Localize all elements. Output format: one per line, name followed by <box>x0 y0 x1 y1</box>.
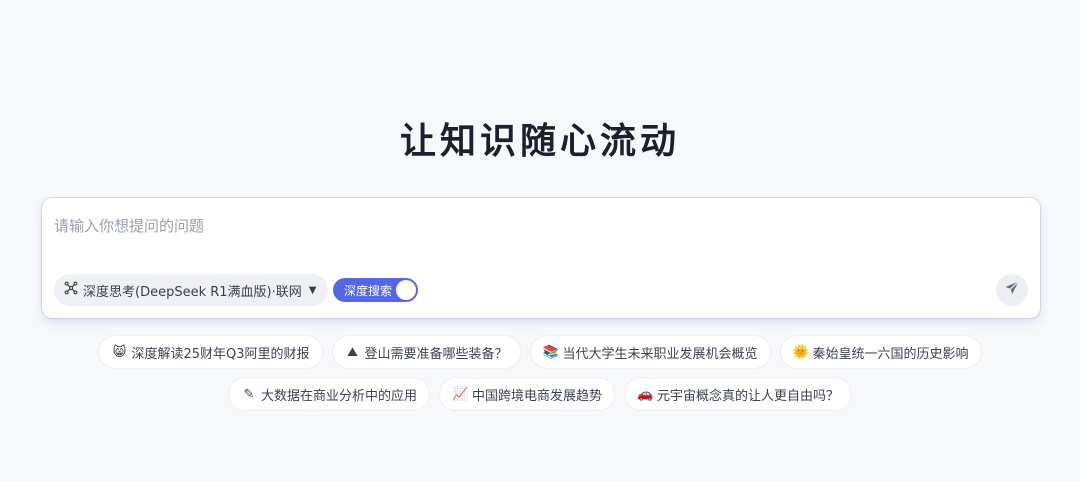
caret-down-icon: ▼ <box>308 284 317 296</box>
cat-face-icon: 😸 <box>112 344 127 360</box>
sun-icon: 🌞 <box>792 344 809 360</box>
chart-icon: 📈 <box>451 386 469 402</box>
vehicle-icon: 🚗 <box>637 386 654 402</box>
deep-search-label: 深度搜索 <box>344 283 393 298</box>
suggestion-chip[interactable]: ⛰ 登山需要准备哪些装备？ <box>331 335 521 369</box>
suggestion-chip[interactable]: 🚗 元宇宙概念真的让人更自由吗？ <box>624 377 853 411</box>
books-icon: 📚 <box>542 344 559 360</box>
suggestion-row-1: 😸 深度解读25财年Q3阿里的财报 ⛰ 登山需要准备哪些装备？ 📚 当代大学生未… <box>0 335 1080 369</box>
ask-box: 深度思考(DeepSeek R1满血版)·联网 ▼ 深度搜索 <box>42 198 1040 318</box>
suggestion-chip[interactable]: 📚 当代大学生未来职业发展机会概览 <box>529 335 771 369</box>
send-button[interactable] <box>996 274 1028 306</box>
suggestion-row-2: ✎ 大数据在商业分析中的应用 📈 中国跨境电商发展趋势 🚗 元宇宙概念真的让人更… <box>0 377 1080 411</box>
suggestion-text: 秦始皇统一六国的历史影响 <box>812 346 969 362</box>
send-icon <box>1004 280 1020 300</box>
suggestion-text: 大数据在商业分析中的应用 <box>260 388 417 404</box>
pen-icon: ✎ <box>243 386 255 402</box>
suggestion-chip[interactable]: 😸 深度解读25财年Q3阿里的财报 <box>98 335 323 369</box>
page-title: 让知识随心流动 <box>399 121 680 162</box>
suggestion-text: 当代大学生未来职业发展机会概览 <box>562 346 758 362</box>
suggestion-text: 深度解读25财年Q3阿里的财报 <box>131 346 310 362</box>
question-input[interactable] <box>54 212 1014 240</box>
suggestion-chip[interactable]: 🌞 秦始皇统一六国的历史影响 <box>779 335 982 369</box>
model-mode-select[interactable]: 深度思考(DeepSeek R1满血版)·联网 ▼ <box>54 274 329 306</box>
suggestion-text: 元宇宙概念真的让人更自由吗？ <box>657 388 840 404</box>
suggestion-chip[interactable]: ✎ 大数据在商业分析中的应用 <box>227 377 430 411</box>
deep-search-toggle[interactable]: 深度搜索 <box>333 278 418 302</box>
network-icon <box>64 281 78 299</box>
suggestion-chip[interactable]: 📈 中国跨境电商发展趋势 <box>438 377 615 411</box>
mountain-icon: ⛰ <box>347 344 358 360</box>
toggle-knob <box>396 280 416 300</box>
suggestion-text: 中国跨境电商发展趋势 <box>471 388 602 404</box>
main-page: 让知识随心流动 深度思考(DeepSeek R1满血版)·联网 ▼ <box>0 0 1080 481</box>
model-mode-label: 深度思考(DeepSeek R1满血版)·联网 <box>83 284 302 300</box>
suggestion-text: 登山需要准备哪些装备？ <box>364 346 508 362</box>
